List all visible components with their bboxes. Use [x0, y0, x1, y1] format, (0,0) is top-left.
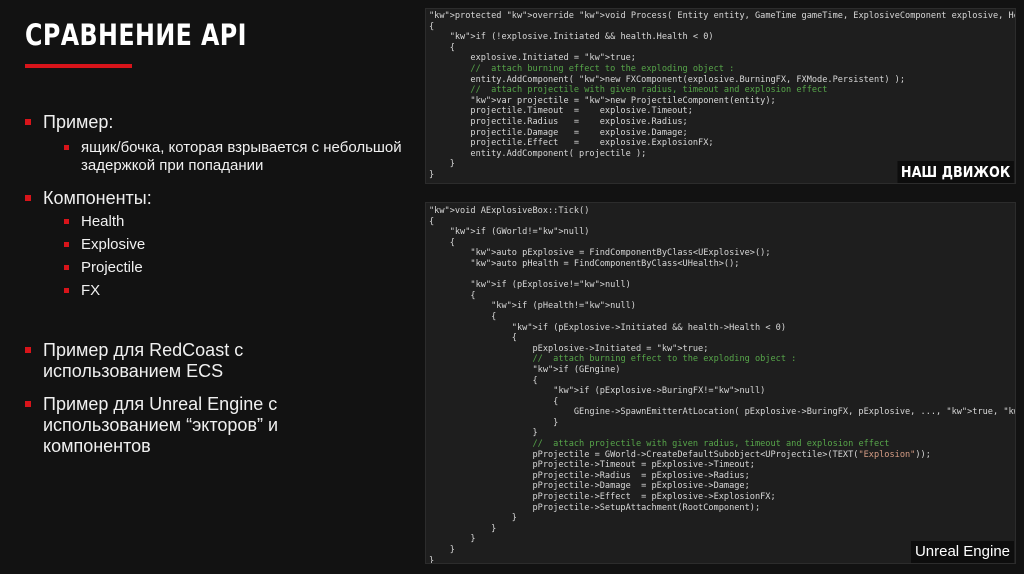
bullet-component-projectile: Projectile [24, 259, 404, 277]
bullet-example-description: ящик/бочка, которая взрывается с небольш… [24, 139, 404, 175]
code-line: "kw">if (pExplosive->Initiated && health… [511, 322, 787, 333]
code-line: pProjectile = GWorld->CreateDefaultSubob… [429, 449, 931, 460]
code-line: pProjectile->Radius = pExplosive->Radius… [429, 470, 750, 481]
code-line: entity.AddComponent( "kw">new FXComponen… [429, 74, 906, 85]
code-line: } [429, 523, 497, 534]
code-line: "kw">auto pHealth = FindComponentByClass… [470, 258, 740, 269]
code-line: pProjectile->Timeout = pExplosive->Timeo… [429, 460, 755, 471]
code-line: { [429, 216, 435, 227]
bullet-unreal-example: Пример для Unreal Engine с использование… [24, 394, 343, 457]
code-line: "kw">if (GEngine) [532, 364, 621, 375]
bullet-component-fx: FX [24, 282, 404, 300]
code-snippet-unreal: "kw">void AExplosiveBox::Tick(){ "kw">if… [425, 202, 1016, 564]
code-line: "kw">if (pExplosive->BuringFX!="kw">null… [553, 386, 766, 397]
code-line: { [429, 237, 455, 248]
code-line: { [429, 333, 517, 344]
bullet-example: Пример: [24, 112, 404, 133]
code-line: { [429, 311, 497, 322]
code-line: "kw">auto pExplosive = FindComponentByCl… [470, 248, 771, 259]
code-line: { [429, 290, 476, 301]
code-line: "kw">protected "kw">override "kw">void P… [429, 11, 1015, 21]
bullet-list: Пример: ящик/бочка, которая взрывается с… [24, 112, 404, 457]
code-line: { [429, 375, 538, 386]
code-line: projectile.Radius = explosive.Radius; [429, 116, 688, 127]
code-line: "kw">if (!explosive.Initiated && health.… [449, 32, 714, 43]
code-line: projectile.Timeout = explosive.Timeout; [429, 106, 693, 117]
code-line: "kw">void AExplosiveBox::Tick() [429, 206, 590, 216]
bullet-components: Компоненты: [24, 188, 404, 209]
code-line: { [429, 42, 455, 53]
code-line: pProjectile->Damage = pExplosive->Damage… [429, 481, 750, 492]
unreal-engine-logo-label: Unreal Engine [910, 541, 1014, 563]
code-line: } [429, 417, 559, 428]
code-line: projectile.Effect = explosive.ExplosionF… [429, 138, 714, 149]
bullet-component-explosive: Explosive [24, 236, 404, 254]
code-line: { [429, 21, 435, 32]
code-line: GEngine->SpawnEmitterAtLocation( pExplos… [429, 407, 1015, 418]
bullet-redcoast-example: Пример для RedCoast с использованием ECS [24, 340, 283, 382]
code-snippet-our-engine: "kw">protected "kw">override "kw">void P… [425, 8, 1016, 184]
code-line: "kw">if (pHealth!="kw">null) [491, 301, 636, 312]
code-line: pExplosive->Initiated = "kw">true; [429, 343, 709, 354]
code-line: "kw">if (GWorld!="kw">null) [449, 227, 590, 238]
code-line: // attach burning effect to the explodin… [532, 354, 797, 365]
code-line: explosive.Initiated = "kw">true; [429, 53, 636, 64]
code-line: pProjectile->Effect = pExplosive->Explos… [429, 492, 776, 503]
code-line: entity.AddComponent( projectile ); [429, 148, 647, 159]
code-line: { [429, 396, 559, 407]
code-line: } [429, 513, 517, 524]
code-line: "kw">if (pExplosive!="kw">null) [470, 280, 631, 291]
code-line: // attach projectile with given radius, … [470, 85, 828, 96]
code-line: projectile.Damage = explosive.Damage; [429, 127, 688, 138]
slide-title: СРАВНЕНИЕ API [25, 18, 247, 52]
title-underline [25, 64, 132, 68]
code-line: } [429, 428, 538, 439]
our-engine-label: НАШ ДВИЖОК [897, 161, 1014, 183]
code-line: pProjectile->SetupAttachment(RootCompone… [429, 502, 761, 513]
code-line: // attach projectile with given radius, … [532, 439, 890, 450]
code-line: "kw">var projectile = "kw">new Projectil… [470, 95, 776, 106]
bullet-component-health: Health [24, 213, 404, 231]
code-line: // attach burning effect to the explodin… [470, 63, 735, 74]
